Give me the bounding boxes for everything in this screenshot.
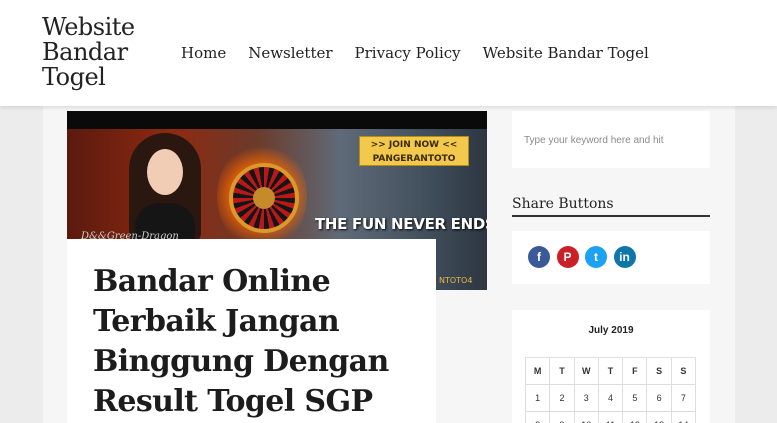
calendar-day-header: M (524, 357, 551, 385)
join-now-brand: PANGERANTOTO (372, 154, 456, 164)
share-icons-row: f Pt in (528, 246, 642, 268)
calendar-table: M T W T F S S 1 2 3 4 5 6 7 8 9 10 (524, 357, 697, 423)
calendar-day-header: T (549, 357, 575, 385)
calendar-date: 2 (549, 384, 575, 412)
pinterest-icon[interactable]: P (556, 246, 579, 268)
share-buttons-widget: f Pt in (512, 231, 710, 284)
calendar-date: 5 (622, 384, 648, 412)
site-title-line: Bandar (42, 38, 128, 66)
calendar-caption: July 2019 (588, 325, 634, 336)
banner-top-strip (67, 111, 487, 129)
search-widget (512, 111, 710, 168)
roulette-wheel-icon (229, 163, 299, 233)
nav-item-home[interactable]: Home (181, 44, 226, 62)
calendar-day-header: S (646, 357, 672, 385)
twitter-icon[interactable]: t (585, 246, 607, 268)
site-header: Website Bandar Togel Home Newsletter Pri… (0, 0, 777, 106)
post-title-line: Binggung Dengan (93, 344, 389, 379)
banner-footer-text: NTOTO4 (439, 276, 473, 285)
calendar-date: 12 (622, 411, 648, 423)
calendar-date: 10 (573, 411, 599, 423)
calendar-day-header: W (573, 357, 599, 385)
nav-item-privacy-policy[interactable]: Privacy Policy (355, 44, 461, 62)
calendar-widget: July 2019 M T W T F S S 1 2 3 4 5 6 7 (512, 310, 710, 423)
site-title[interactable]: Website Bandar Togel (42, 15, 135, 90)
search-input[interactable] (524, 130, 698, 150)
calendar-date: 1 (524, 384, 551, 412)
post-title-line: Bandar Online (93, 264, 331, 299)
calendar-date: 11 (597, 411, 624, 423)
nav-item-newsletter[interactable]: Newsletter (248, 44, 332, 62)
join-now-badge: >> JOIN NOW << PANGERANTOTO (359, 136, 469, 166)
join-now-text: >> JOIN NOW << (370, 140, 458, 150)
post-title-line: Terbaik Jangan (93, 304, 340, 339)
main-nav: Home Newsletter Privacy Policy Website B… (181, 44, 671, 62)
post-title-line: Result Togel SGP (93, 384, 373, 419)
calendar-day-header: T (597, 357, 624, 385)
post-title[interactable]: Bandar Online Terbaik Jangan Binggung De… (93, 262, 423, 422)
banner-tagline: THE FUN NEVER ENDS! (315, 215, 487, 233)
site-title-line: Togel (42, 63, 106, 91)
facebook-icon[interactable]: f (528, 246, 550, 268)
calendar-date: 7 (670, 384, 697, 412)
calendar-date: 8 (524, 411, 551, 423)
calendar-date: 14 (670, 411, 697, 423)
site-title-line: Website (42, 13, 135, 41)
calendar-day-header: S (670, 357, 697, 385)
calendar-date: 4 (597, 384, 624, 412)
calendar-day-header: F (622, 357, 648, 385)
calendar-date: 6 (646, 384, 672, 412)
calendar-date: 3 (573, 384, 599, 412)
calendar-date: 13 (646, 411, 672, 423)
share-buttons-heading: Share Buttons (512, 196, 710, 217)
linkedin-icon[interactable]: in (613, 246, 636, 268)
calendar-date: 9 (549, 411, 575, 423)
nav-item-website-bandar-togel[interactable]: Website Bandar Togel (483, 44, 649, 62)
